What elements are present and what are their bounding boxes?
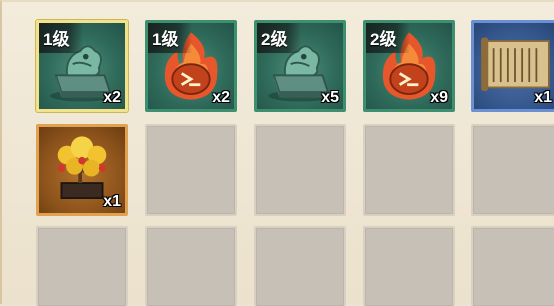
inventory-slot-jade-seal-2[interactable]: 2级 x5 [254,20,346,112]
item-level-label: 2级 [257,23,302,53]
inventory-panel: 1级 x2 1级 x2 2级 x5 2级 x9 x1 x1 [0,0,554,306]
inventory-slot-empty[interactable] [36,226,128,306]
inventory-slot-empty[interactable] [254,226,346,306]
item-level-label: 1级 [148,23,193,53]
inventory-slot-fire-token-1[interactable]: 1级 x2 [145,20,237,112]
inventory-slot-empty[interactable] [471,226,554,306]
inventory-slot-empty[interactable] [254,124,346,216]
item-count-label: x2 [103,89,121,106]
inventory-slot-empty[interactable] [471,124,554,216]
inventory-slot-empty[interactable] [145,226,237,306]
item-count-label: x5 [321,89,339,106]
item-count-label: x2 [212,89,230,106]
inventory-slot-empty[interactable] [363,124,455,216]
item-count-label: x1 [103,193,121,210]
inventory-slot-fire-token-2[interactable]: 2级 x9 [363,20,455,112]
item-count-label: x9 [430,89,448,106]
item-count-label: x1 [534,89,552,106]
item-level-label: 1级 [39,23,84,53]
inventory-slot-jade-seal-1[interactable]: 1级 x2 [36,20,128,112]
inventory-slot-money-tree[interactable]: x1 [36,124,128,216]
item-level-label: 2级 [366,23,411,53]
inventory-slot-empty[interactable] [145,124,237,216]
inventory-slot-empty[interactable] [363,226,455,306]
inventory-slot-scroll[interactable]: x1 [471,20,554,112]
